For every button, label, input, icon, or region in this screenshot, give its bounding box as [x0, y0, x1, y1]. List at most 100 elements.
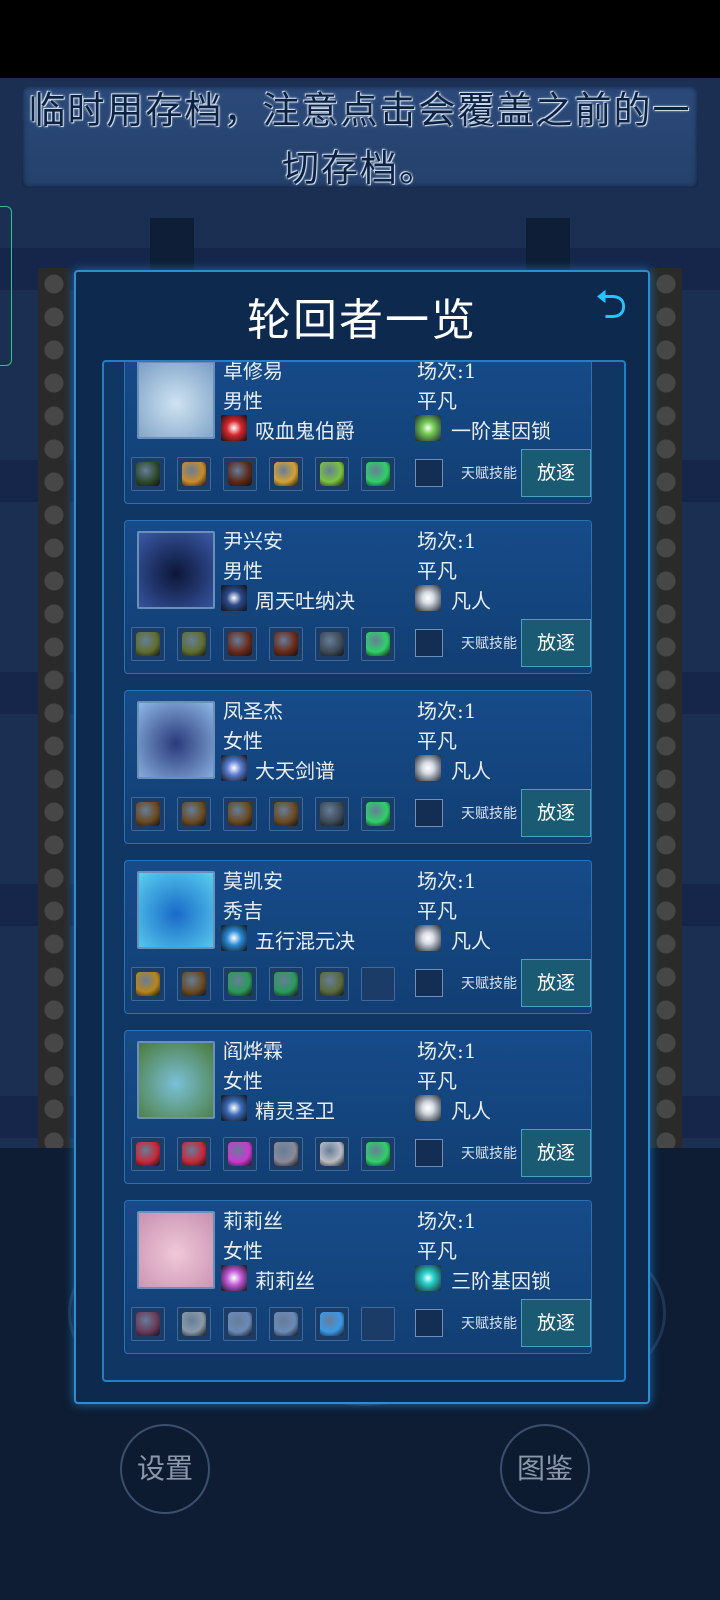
rank-label: 平凡: [417, 1069, 457, 1093]
item-slot[interactable]: [269, 967, 303, 1001]
item-slot[interactable]: [269, 797, 303, 831]
item-slot[interactable]: [177, 1137, 211, 1171]
item-slot[interactable]: [131, 797, 165, 831]
character-name: 阎烨霖: [223, 1039, 283, 1063]
character-skill: 周天吐纳决: [255, 589, 355, 613]
character-card[interactable]: 凤圣杰 女性 大天剑谱 场次:1 平凡 凡人 天赋技能 放逐: [124, 690, 592, 844]
item-slot[interactable]: [315, 1137, 349, 1171]
item-slot[interactable]: [131, 627, 165, 661]
item-slot[interactable]: [177, 457, 211, 491]
item-slot[interactable]: [223, 967, 257, 1001]
talent-slot[interactable]: [415, 1309, 443, 1337]
rank-label: 平凡: [417, 559, 457, 583]
item-slot[interactable]: [269, 457, 303, 491]
talent-slot[interactable]: [415, 969, 443, 997]
talent-slot[interactable]: [415, 629, 443, 657]
item-slot[interactable]: [223, 1307, 257, 1341]
exile-button[interactable]: 放逐: [521, 1129, 591, 1177]
character-card[interactable]: 尹兴安男性周天吐纳决 场次:1 平凡凡人天赋技能 放逐: [124, 520, 592, 674]
talent-slot[interactable]: [415, 1139, 443, 1167]
item-icon: [228, 632, 252, 656]
back-arrow-icon[interactable]: ⮌: [588, 282, 634, 328]
skill-icon: [221, 755, 247, 781]
avatar[interactable]: [137, 531, 215, 609]
character-skill: 吸血鬼伯爵: [255, 419, 355, 443]
item-icon: [274, 632, 298, 656]
avatar[interactable]: [137, 1211, 215, 1289]
skill-icon: [221, 585, 247, 611]
item-icon: [320, 1142, 344, 1166]
exile-button[interactable]: 放逐: [521, 789, 591, 837]
avatar[interactable]: [137, 871, 215, 949]
item-slot[interactable]: [131, 1137, 165, 1171]
exile-button[interactable]: 放逐: [521, 449, 591, 497]
character-card[interactable]: 莫凯安 秀吉 五行混元决 场次:1 平凡 凡人 天赋技能 放逐: [124, 860, 592, 1014]
exile-button[interactable]: 放逐: [521, 619, 591, 667]
item-slot[interactable]: [315, 1307, 349, 1341]
gene-lock-icon: [415, 1265, 441, 1291]
round-count: 场次:1: [417, 360, 477, 383]
codex-button[interactable]: 图鉴: [500, 1424, 590, 1514]
item-slot[interactable]: [177, 1307, 211, 1341]
character-gender: 男性: [223, 559, 263, 583]
gene-lock-icon: [415, 585, 441, 611]
character-name: 卓修易: [223, 360, 283, 383]
item-slot[interactable]: [361, 627, 395, 661]
exile-button[interactable]: 放逐: [521, 1299, 591, 1347]
item-slot[interactable]: [223, 1137, 257, 1171]
item-slot[interactable]: [269, 1307, 303, 1341]
item-slot[interactable]: [315, 457, 349, 491]
item-slot[interactable]: [177, 627, 211, 661]
item-slot[interactable]: [361, 967, 395, 1001]
avatar[interactable]: [137, 701, 215, 779]
item-icon: [228, 1312, 252, 1336]
gene-lock-label: 三阶基因锁: [451, 1269, 551, 1293]
item-slot[interactable]: [315, 797, 349, 831]
character-list[interactable]: 卓修易 男性 吸血鬼伯爵 场次:1 平凡 一阶基因锁 天赋技能 放逐 尹兴安 男性 周天吐纳决 场次:…: [102, 360, 626, 1382]
character-skill: 大天剑谱: [255, 759, 335, 783]
item-slot[interactable]: [315, 967, 349, 1001]
item-slot[interactable]: [177, 967, 211, 1001]
item-slot[interactable]: [361, 797, 395, 831]
item-slot[interactable]: [361, 1137, 395, 1171]
item-icon: [136, 1142, 160, 1166]
item-slot[interactable]: [131, 967, 165, 1001]
item-slot[interactable]: [131, 1307, 165, 1341]
round-count: 场次:1: [417, 529, 477, 553]
gene-lock-label: 凡人: [451, 1099, 491, 1123]
item-slot[interactable]: [177, 797, 211, 831]
avatar[interactable]: [137, 1041, 215, 1119]
character-card[interactable]: 阎烨霖 女性 精灵圣卫 场次:1 平凡 凡人 天赋技能 放逐: [124, 1030, 592, 1184]
character-name: 尹兴安: [223, 529, 283, 553]
item-icon: [182, 802, 206, 826]
gene-lock-label: 凡人: [451, 589, 491, 613]
item-icon: [366, 462, 390, 486]
character-card[interactable]: 莉莉丝 女性 莉莉丝 场次:1 平凡 三阶基因锁 天赋技能 放逐: [124, 1200, 592, 1354]
item-slot[interactable]: [361, 457, 395, 491]
talent-label: 天赋技能: [461, 636, 517, 652]
round-count: 场次:1: [417, 869, 477, 893]
frame-tab-right: [526, 218, 570, 270]
item-icon: [136, 1312, 160, 1336]
item-icon: [320, 972, 344, 996]
item-slot[interactable]: [315, 627, 349, 661]
item-slot[interactable]: [223, 457, 257, 491]
exile-button[interactable]: 放逐: [521, 959, 591, 1007]
item-slot[interactable]: [269, 627, 303, 661]
item-icon: [274, 972, 298, 996]
skill-icon: [221, 415, 247, 441]
settings-button[interactable]: 设置: [120, 1424, 210, 1514]
item-slot[interactable]: [223, 797, 257, 831]
item-slot[interactable]: [131, 457, 165, 491]
item-icon: [182, 1312, 206, 1336]
item-slot[interactable]: [269, 1137, 303, 1171]
character-card[interactable]: 卓修易 男性 吸血鬼伯爵 场次:1 平凡 一阶基因锁 天赋技能 放逐: [124, 360, 592, 504]
item-slot[interactable]: [223, 627, 257, 661]
side-tab[interactable]: [0, 206, 12, 366]
gene-lock-icon: [415, 755, 441, 781]
talent-slot[interactable]: [415, 799, 443, 827]
avatar[interactable]: [137, 362, 215, 439]
item-slot[interactable]: [361, 1307, 395, 1341]
talent-slot[interactable]: [415, 459, 443, 487]
item-icon: [274, 1142, 298, 1166]
